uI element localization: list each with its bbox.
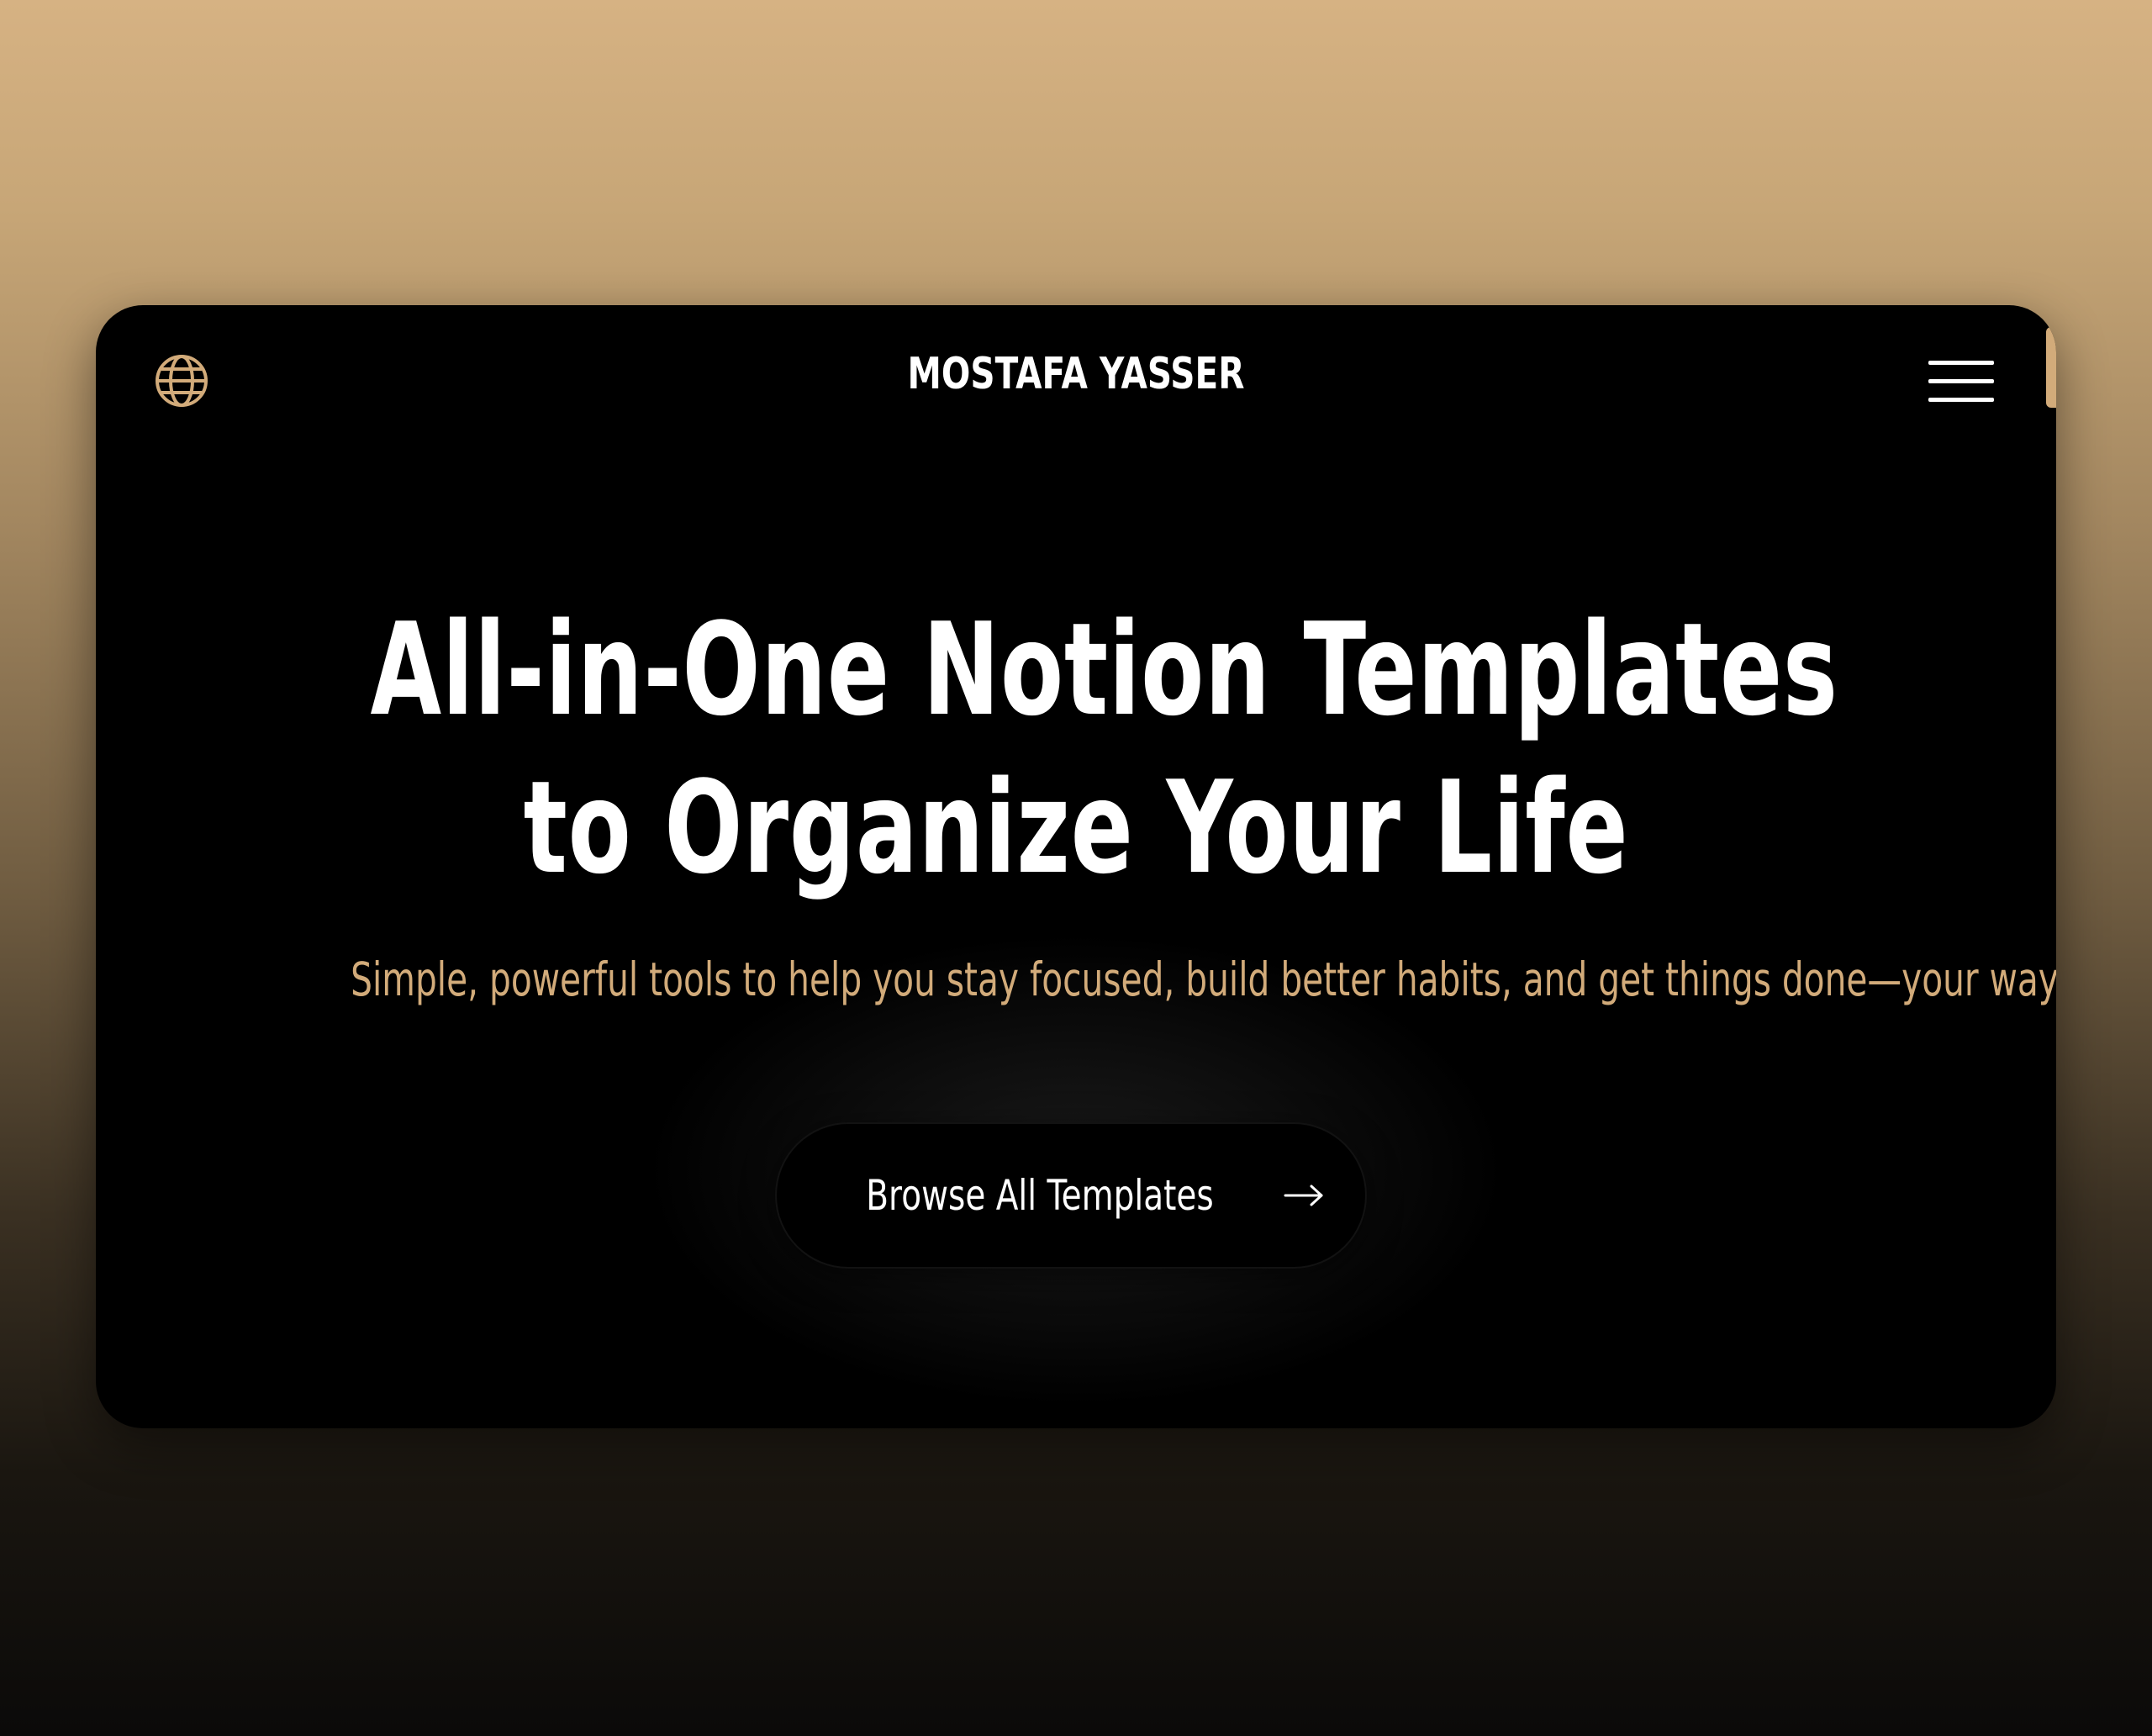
brand-title[interactable]: MOSTAFA YASSER (312, 349, 1841, 399)
hero-headline: All-in-One Notion Templates to Organize … (370, 591, 1838, 907)
hero-subheadline: Simple, powerful tools to help you stay … (351, 952, 2056, 1006)
menu-bar (1928, 379, 1994, 383)
arrow-right-icon (1284, 1185, 1323, 1206)
menu-bar (1928, 361, 1994, 365)
headline-line-1: All-in-One Notion Templates (370, 595, 1838, 744)
globe-icon[interactable] (153, 352, 210, 409)
headline-line-2: to Organize Your Life (523, 753, 1629, 902)
hero-card: MOSTAFA YASSER All-in-One Notion Templat… (96, 305, 2056, 1428)
browse-all-templates-button[interactable]: Browse All Templates (777, 1124, 1365, 1267)
scroll-indicator[interactable] (2046, 327, 2056, 408)
hamburger-menu-icon[interactable] (1928, 361, 1994, 403)
cta-label: Browse All Templates (866, 1171, 1214, 1220)
menu-bar (1928, 398, 1994, 402)
